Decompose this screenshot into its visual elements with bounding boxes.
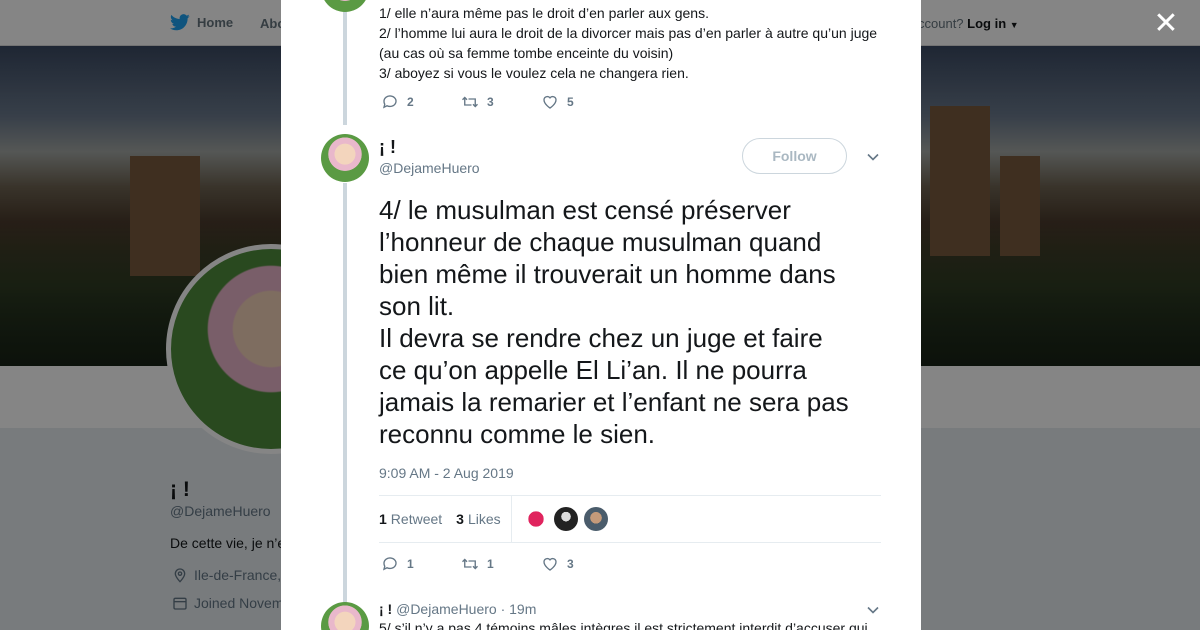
retweet-button[interactable]: 1 [461, 555, 541, 573]
tweet-line: jamais la remarier et l’enfant ne sera p… [379, 387, 849, 417]
tweet-line: 4/ le musulman est censé préserver [379, 195, 791, 225]
divider [510, 495, 512, 543]
heart-icon [543, 95, 557, 109]
retweet-button[interactable]: 3 [461, 93, 541, 111]
reply-icon [382, 95, 397, 109]
like-stat-label: Likes [467, 511, 501, 527]
reply-button[interactable]: 2 [381, 93, 461, 111]
tweet-stats: 1 Retweet 3 Likes [379, 495, 881, 543]
avatar[interactable] [321, 0, 369, 12]
reply-tweet-text: 5/ s’il n’y a pas 4 témoins mâles intègr… [379, 620, 868, 630]
like-button[interactable]: 5 [541, 93, 621, 111]
thread-connector [343, 0, 347, 125]
liker-avatars [523, 507, 608, 531]
like-stat[interactable]: 3 Likes [456, 511, 500, 527]
tweet-author-name[interactable]: ¡ ! [379, 137, 396, 158]
follow-button[interactable]: Follow [742, 138, 847, 174]
like-count: 3 [567, 557, 574, 571]
like-stat-count: 3 [456, 511, 464, 527]
tweet-line: Il devra se rendre chez un juge et faire [379, 323, 823, 353]
like-count: 5 [567, 95, 574, 109]
heart-icon [543, 557, 557, 571]
liker-avatar[interactable] [583, 507, 608, 531]
reply-count: 2 [407, 95, 414, 109]
tweet-line: l’honneur de chaque musulman quand [379, 227, 822, 257]
avatar[interactable] [321, 602, 369, 630]
reply-button[interactable]: 1 [381, 555, 461, 573]
reply-count: 1 [407, 557, 414, 571]
tweet-line: son lit. [379, 291, 455, 321]
retweet-stat-label: Retweet [390, 511, 443, 527]
tweet-line: 2/ l’homme lui aura le droit de la divor… [379, 25, 878, 41]
tweet-text: 4/ le musulman est censé préserver l’hon… [379, 194, 889, 450]
retweet-icon [462, 96, 478, 108]
tweet-line: 3/ aboyez si vous le voulez cela ne chan… [379, 65, 689, 81]
previous-tweet-actions: 2 3 5 [381, 93, 621, 111]
previous-tweet-text: 1/ elle n’aura même pas le droit d’en pa… [379, 3, 877, 83]
liker-avatar[interactable] [553, 507, 578, 531]
chevron-down-icon[interactable] [866, 603, 880, 617]
reply-author-name[interactable]: ¡ ! [379, 601, 392, 617]
retweet-icon [462, 558, 478, 570]
tweet-line: bien même il trouverait un homme dans [379, 259, 836, 289]
reply-icon [382, 557, 397, 571]
tweet-line: reconnu comme le sien. [379, 419, 656, 449]
retweet-count: 3 [487, 95, 494, 109]
chevron-down-icon[interactable] [866, 150, 880, 164]
reply-time[interactable]: · 19m [501, 601, 537, 617]
reply-tweet-header: ¡ ! @DejameHuero · 19m [379, 601, 536, 617]
liker-avatar[interactable] [523, 507, 548, 531]
tweet-timestamp[interactable]: 9:09 AM - 2 Aug 2019 [379, 465, 514, 481]
tweet-line: (au cas où sa femme tombe enceinte du vo… [379, 45, 674, 61]
retweet-stat[interactable]: 1 Retweet [379, 511, 442, 527]
tweet-permalink-modal: 1/ elle n’aura même pas le droit d’en pa… [281, 0, 921, 630]
main-tweet-actions: 1 1 3 [381, 555, 621, 573]
thread-connector [343, 183, 347, 603]
close-icon[interactable]: ✕ [1152, 9, 1180, 39]
retweet-count: 1 [487, 557, 494, 571]
reply-author-handle[interactable]: @DejameHuero [396, 601, 497, 617]
tweet-line: ce qu’on appelle El Li’an. Il ne pourra [379, 355, 807, 385]
tweet-line: 1/ elle n’aura même pas le droit d’en pa… [379, 5, 709, 21]
like-button[interactable]: 3 [541, 555, 621, 573]
avatar[interactable] [321, 134, 369, 182]
tweet-author-handle[interactable]: @DejameHuero [379, 160, 480, 176]
retweet-stat-count: 1 [379, 511, 387, 527]
